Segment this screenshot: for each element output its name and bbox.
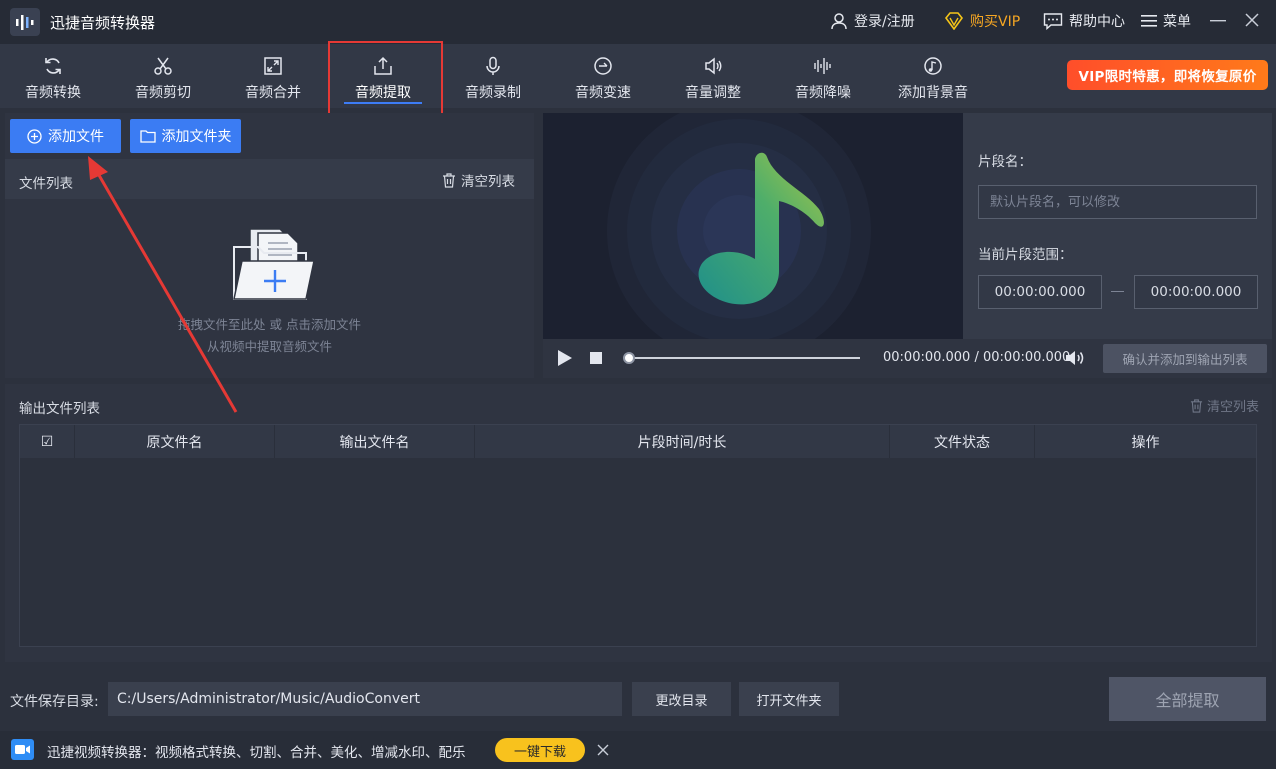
progress-knob[interactable] [623,352,635,364]
clear-list-label: 清空列表 [461,174,515,190]
current-time: 00:00:00.000 [883,350,971,365]
save-directory-input[interactable] [108,682,622,716]
segment-start-time[interactable]: 00:00:00.000 [978,275,1102,309]
segment-end-time[interactable]: 00:00:00.000 [1134,275,1258,309]
app-title: 迅捷音频转换器 [50,14,156,32]
volume-icon [705,57,722,75]
tab-audio-speed[interactable]: 音频变速 [548,44,658,108]
login-button[interactable]: 登录/注册 [830,11,915,31]
column-header-source-name: 原文件名 [75,425,275,458]
tab-audio-cut[interactable]: 音频剪切 [108,44,218,108]
extract-all-button[interactable]: 全部提取 [1109,677,1266,721]
speaker-icon[interactable] [1064,348,1086,368]
clear-file-list-button[interactable]: 清空列表 [442,170,515,190]
scissors-icon [154,57,172,75]
add-folder-button[interactable]: 添加文件夹 [130,119,241,153]
tab-label: 音量调整 [685,85,741,101]
waveform-icon [814,58,831,74]
hamburger-icon [1141,15,1157,27]
column-header-segment-time: 片段时间/时长 [475,425,890,458]
segment-name-label: 片段名： [978,154,1032,170]
column-header-action: 操作 [1131,434,1160,451]
tab-audio-convert[interactable]: 音频转换 [0,44,108,108]
clear-output-label: 清空列表 [1207,400,1260,415]
tab-audio-merge[interactable]: 音频合并 [218,44,328,108]
music-note-artwork [543,113,963,339]
vip-label: 购买VIP [970,14,1021,30]
menu-button[interactable]: 菜单 [1141,11,1191,31]
help-label: 帮助中心 [1069,14,1125,30]
drop-hint-text: 拖拽文件至此处 或 点击添加文件 [178,317,361,332]
tab-noise-reduction[interactable]: 音频降噪 [768,44,878,108]
app-logo-icon [10,8,40,36]
time-display: 00:00:00.000 / 00:00:00.000 [883,350,1070,365]
diamond-icon [944,12,964,30]
tab-audio-record[interactable]: 音频录制 [438,44,548,108]
buy-vip-button[interactable]: 购买VIP [944,11,1020,31]
one-click-download-button[interactable]: 一键下载 [495,738,585,762]
open-folder-button[interactable]: 打开文件夹 [739,682,839,716]
stop-icon[interactable] [590,352,602,364]
output-list-title: 输出文件列表 [19,401,100,417]
help-center-button[interactable]: 帮助中心 [1043,11,1125,31]
change-directory-button[interactable]: 更改目录 [632,682,731,716]
promo-text: 迅捷视频转换器：视频格式转换、切割、合并、美化、增减水印、配乐 [47,745,466,761]
add-folder-label: 添加文件夹 [161,129,232,145]
confirm-add-to-output-button[interactable]: 确认并添加到输出列表 [1103,344,1267,373]
save-directory-label: 文件保存目录: [10,694,99,710]
minimize-icon[interactable] [1208,10,1228,30]
segment-name-input[interactable] [978,185,1257,219]
file-list-title: 文件列表 [19,176,73,192]
add-file-button[interactable]: 添加文件 [10,119,121,153]
clear-output-list-button[interactable]: 清空列表 [1190,396,1259,415]
tab-label: 音频剪切 [135,85,191,101]
music-disc-icon [924,57,942,75]
tab-add-background-music[interactable]: 添加背景音 [878,44,988,108]
speed-icon [594,57,612,75]
trash-icon [443,172,455,188]
drop-hint-subtext: 从视频中提取音频文件 [206,339,332,354]
tab-label: 音频合并 [245,85,301,101]
progress-track[interactable] [628,357,860,359]
segment-range-label: 当前片段范围： [978,247,1073,263]
column-header-output-name: 输出文件名 [275,425,475,458]
tab-volume-adjust[interactable]: 音量调整 [658,44,768,108]
login-label: 登录/注册 [854,14,915,30]
user-icon [831,13,847,30]
range-separator [1111,291,1124,292]
column-header-status: 文件状态 [890,425,1035,458]
tab-label: 添加背景音 [898,85,968,101]
tab-label: 音频变速 [575,85,631,101]
drop-folder-icon[interactable] [228,225,320,305]
tab-label: 音频降噪 [795,85,851,101]
folder-icon [139,130,156,143]
menu-label: 菜单 [1163,14,1191,30]
merge-icon [264,57,282,75]
play-icon[interactable] [557,349,573,367]
select-all-checkbox[interactable]: ☑ [20,425,75,458]
tab-label: 音频转换 [25,85,81,101]
total-time: 00:00:00.000 [983,350,1071,365]
vip-promo-banner[interactable]: VIP限时特惠，即将恢复原价 [1067,60,1268,90]
close-icon[interactable] [1242,10,1262,30]
close-icon[interactable] [597,744,609,756]
plus-circle-icon [27,128,42,144]
trash-icon [1190,398,1203,413]
annotation-highlight-box [328,41,443,115]
tab-label: 音频录制 [465,85,521,101]
chat-bubble-icon [1043,13,1063,30]
video-converter-app-icon [11,739,34,760]
refresh-icon [45,58,61,74]
microphone-icon [486,56,500,75]
add-file-label: 添加文件 [48,129,104,145]
time-separator: / [970,350,983,365]
